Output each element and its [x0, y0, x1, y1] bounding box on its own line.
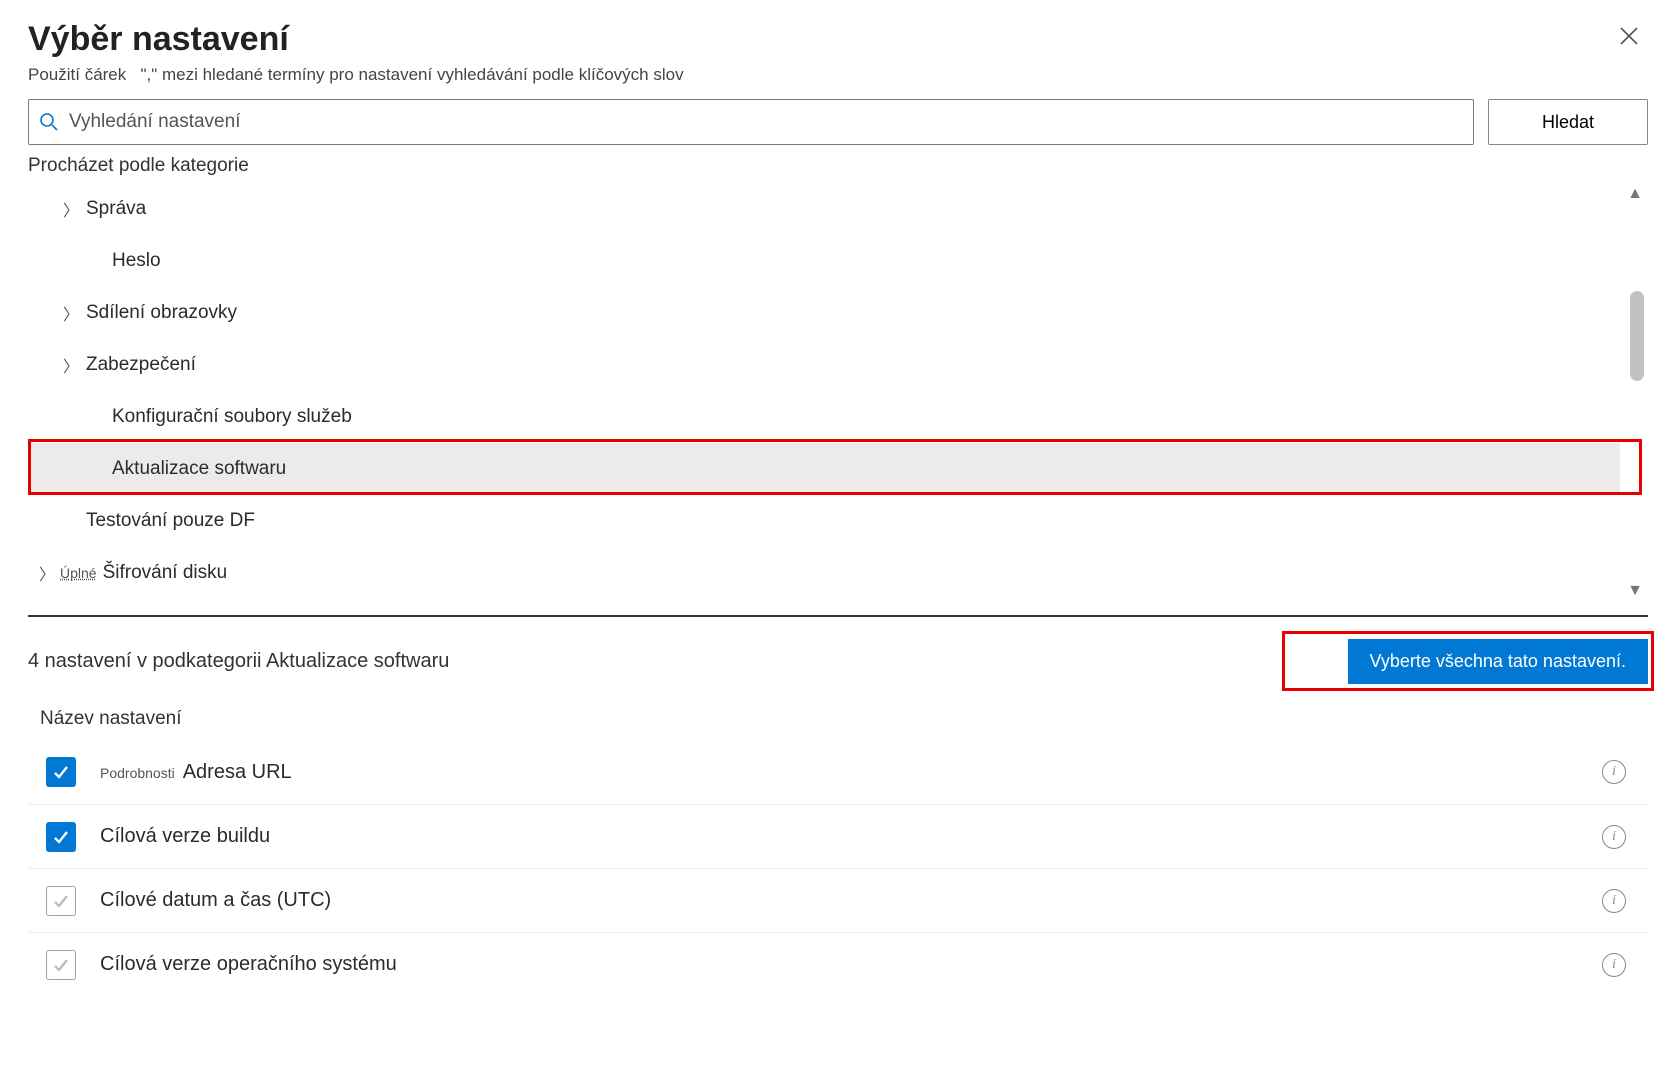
setting-label: PodrobnostiAdresa URL: [100, 761, 1602, 784]
tree-item-sdileni[interactable]: 〉 Sdílení obrazovky: [28, 287, 1620, 339]
panel-title: Výběr nastavení: [28, 20, 289, 59]
scroll-up[interactable]: ▲: [1624, 183, 1646, 205]
checkbox[interactable]: [46, 886, 76, 916]
tree-item-zabezpeceni[interactable]: 〉 Zabezpečení: [28, 339, 1620, 391]
tree-item-label: Správa: [86, 198, 146, 220]
check-icon: [51, 891, 71, 911]
chevron-right-icon: 〉: [58, 301, 84, 325]
chevron-right-icon: 〉: [58, 353, 84, 377]
info-icon[interactable]: i: [1602, 825, 1626, 849]
close-button[interactable]: [1610, 20, 1648, 56]
select-all-button[interactable]: Vyberte všechna tato nastavení.: [1348, 639, 1649, 684]
check-icon: [51, 762, 71, 782]
check-icon: [51, 955, 71, 975]
info-icon[interactable]: i: [1602, 889, 1626, 913]
tree-item-label: Konfigurační soubory služeb: [112, 406, 352, 428]
divider: [28, 615, 1648, 617]
category-tree: 〉 Správa 〉 Heslo 〉 Sdílení obrazovky 〉 Z…: [28, 183, 1620, 602]
checkbox[interactable]: [46, 822, 76, 852]
search-box[interactable]: [28, 99, 1474, 145]
checkbox[interactable]: [46, 757, 76, 787]
checkbox[interactable]: [46, 950, 76, 980]
info-icon[interactable]: i: [1602, 953, 1626, 977]
chevron-right-icon: 〉: [34, 561, 60, 585]
setting-row[interactable]: Cílová verze operačního systému i: [28, 932, 1648, 996]
column-header-name: Název nastavení: [28, 704, 1648, 740]
tree-item-label: Heslo: [112, 250, 161, 272]
search-button[interactable]: Hledat: [1488, 99, 1648, 145]
scroll-down[interactable]: ▼: [1624, 580, 1646, 602]
tree-item-label: Šifrování disku: [103, 562, 228, 584]
info-icon[interactable]: i: [1602, 760, 1626, 784]
tree-item-label: Sdílení obrazovky: [86, 302, 237, 324]
close-icon: [1618, 25, 1640, 47]
tree-item-sprava[interactable]: 〉 Správa: [28, 183, 1620, 235]
search-input[interactable]: [67, 110, 1463, 134]
setting-label: Cílová verze operačního systému: [100, 953, 1602, 976]
setting-label: Cílová verze buildu: [100, 825, 1602, 848]
tree-item-label: Aktualizace softwaru: [112, 458, 286, 480]
settings-list: PodrobnostiAdresa URL i Cílová verze bui…: [28, 740, 1648, 996]
setting-row[interactable]: Cílová verze buildu i: [28, 804, 1648, 868]
tree-item-label: Testování pouze DF: [86, 510, 255, 532]
chevron-right-icon: 〉: [58, 197, 84, 221]
tree-item-label: Zabezpečení: [86, 354, 196, 376]
search-icon: [39, 112, 59, 132]
tree-item-testovani[interactable]: Testování pouze DF: [28, 495, 1620, 547]
tree-item-sifrovani[interactable]: 〉 Úplné Šifrování disku: [28, 547, 1620, 599]
browse-label: Procházet podle kategorie: [28, 155, 1648, 177]
check-icon: [51, 827, 71, 847]
setting-row[interactable]: Cílové datum a čas (UTC) i: [28, 868, 1648, 932]
tree-item-konfiguracni[interactable]: 〉 Konfigurační soubory služeb: [28, 391, 1620, 443]
hint-text: Použití čárek "," mezi hledané termíny p…: [28, 65, 1648, 85]
tree-item-heslo[interactable]: 〉 Heslo: [28, 235, 1620, 287]
tree-item-aktualizace[interactable]: 〉 Aktualizace softwaru: [28, 443, 1620, 495]
setting-label: Cílové datum a čas (UTC): [100, 889, 1602, 912]
tree-item-prefix: Úplné: [60, 565, 97, 581]
setting-row[interactable]: PodrobnostiAdresa URL i: [28, 740, 1648, 804]
scroll-thumb[interactable]: [1630, 291, 1644, 381]
subcategory-count: 4 nastavení v podkategorii Aktualizace s…: [28, 650, 449, 673]
